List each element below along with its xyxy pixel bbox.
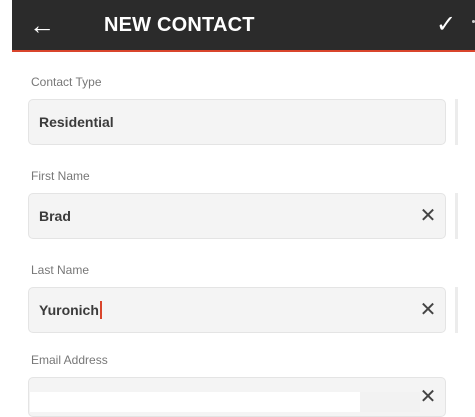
contact-type-field[interactable]: Residential [28,99,446,145]
field-edge [455,287,458,333]
app-bar: ← NEW CONTACT ✓ [12,0,475,50]
first-name-field[interactable]: Brad ✕ [28,193,446,239]
email-label: Email Address [31,353,108,367]
first-name-value: Brad [39,208,71,224]
field-edge [455,193,458,239]
first-name-clear-icon[interactable]: ✕ [417,205,439,227]
contact-type-value: Residential [39,114,114,130]
field-edge [455,99,458,145]
image-occlusion [30,392,360,412]
email-clear-icon[interactable]: ✕ [417,386,439,408]
accent-divider [12,50,475,52]
contact-type-label: Contact Type [31,75,102,89]
last-name-clear-icon[interactable]: ✕ [417,299,439,321]
last-name-field[interactable]: Yuronich ✕ [28,287,446,333]
page-title: NEW CONTACT [104,14,255,36]
last-name-value: Yuronich [39,302,99,318]
check-icon[interactable]: ✓ [432,11,460,39]
back-arrow-icon[interactable]: ← [28,11,56,39]
image-occlusion [360,392,420,412]
last-name-label: Last Name [31,263,90,277]
last-name-value-wrap: Yuronich [39,288,102,332]
text-cursor [99,301,102,320]
first-name-label: First Name [31,169,90,183]
